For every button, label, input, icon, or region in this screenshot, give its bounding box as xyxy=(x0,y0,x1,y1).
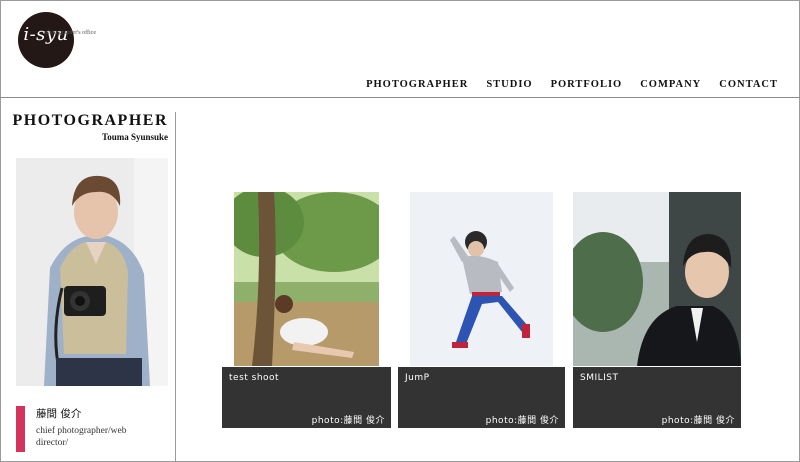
gallery-title: SMILIST xyxy=(580,373,619,383)
gallery-photo xyxy=(573,192,741,366)
gallery-credit: photo:藤間 俊介 xyxy=(485,416,559,426)
accent-bar xyxy=(16,406,25,452)
gallery-card-jump[interactable]: JumP photo:藤間 俊介 xyxy=(398,192,565,428)
gallery-title: test shoot xyxy=(229,373,280,383)
logo-subtext: photographer's office xyxy=(45,30,96,36)
gallery-photo xyxy=(234,192,379,366)
gallery-photo xyxy=(410,192,553,366)
nav-item-company[interactable]: COMPANY xyxy=(640,79,701,90)
header-divider xyxy=(0,97,800,98)
gallery-credit: photo:藤間 俊介 xyxy=(311,416,385,426)
photo-illustration xyxy=(234,192,379,366)
photo-illustration xyxy=(573,192,741,366)
nav-item-photographer[interactable]: PHOTOGRAPHER xyxy=(366,79,468,90)
profile-name: 藤間 俊介 xyxy=(36,408,82,420)
brand-logo[interactable]: i-syu xyxy=(18,12,74,68)
gallery-credit: photo:藤間 俊介 xyxy=(661,416,735,426)
gallery-card-test-shoot[interactable]: test shoot photo:藤間 俊介 xyxy=(222,192,391,428)
page-title: PHOTOGRAPHER xyxy=(12,112,168,129)
photo-illustration xyxy=(410,192,553,366)
main-nav: PHOTOGRAPHER STUDIO PORTFOLIO COMPANY CO… xyxy=(366,79,778,90)
nav-item-studio[interactable]: STUDIO xyxy=(486,79,532,90)
page-subtitle: Touma Syunsuke xyxy=(102,132,168,142)
gallery-card-smilist[interactable]: SMILIST photo:藤間 俊介 xyxy=(573,192,741,428)
nav-item-portfolio[interactable]: PORTFOLIO xyxy=(551,79,623,90)
gallery-caption: JumP photo:藤間 俊介 xyxy=(398,367,565,428)
profile-photo-illustration xyxy=(16,158,168,386)
profile-role: chief photographer/web director/ xyxy=(36,426,127,448)
profile-photo xyxy=(16,158,168,386)
gallery-title: JumP xyxy=(405,373,430,383)
sidebar-divider xyxy=(175,112,176,462)
gallery-caption: SMILIST photo:藤間 俊介 xyxy=(573,367,741,428)
gallery-caption: test shoot photo:藤間 俊介 xyxy=(222,367,391,428)
nav-item-contact[interactable]: CONTACT xyxy=(719,79,778,90)
